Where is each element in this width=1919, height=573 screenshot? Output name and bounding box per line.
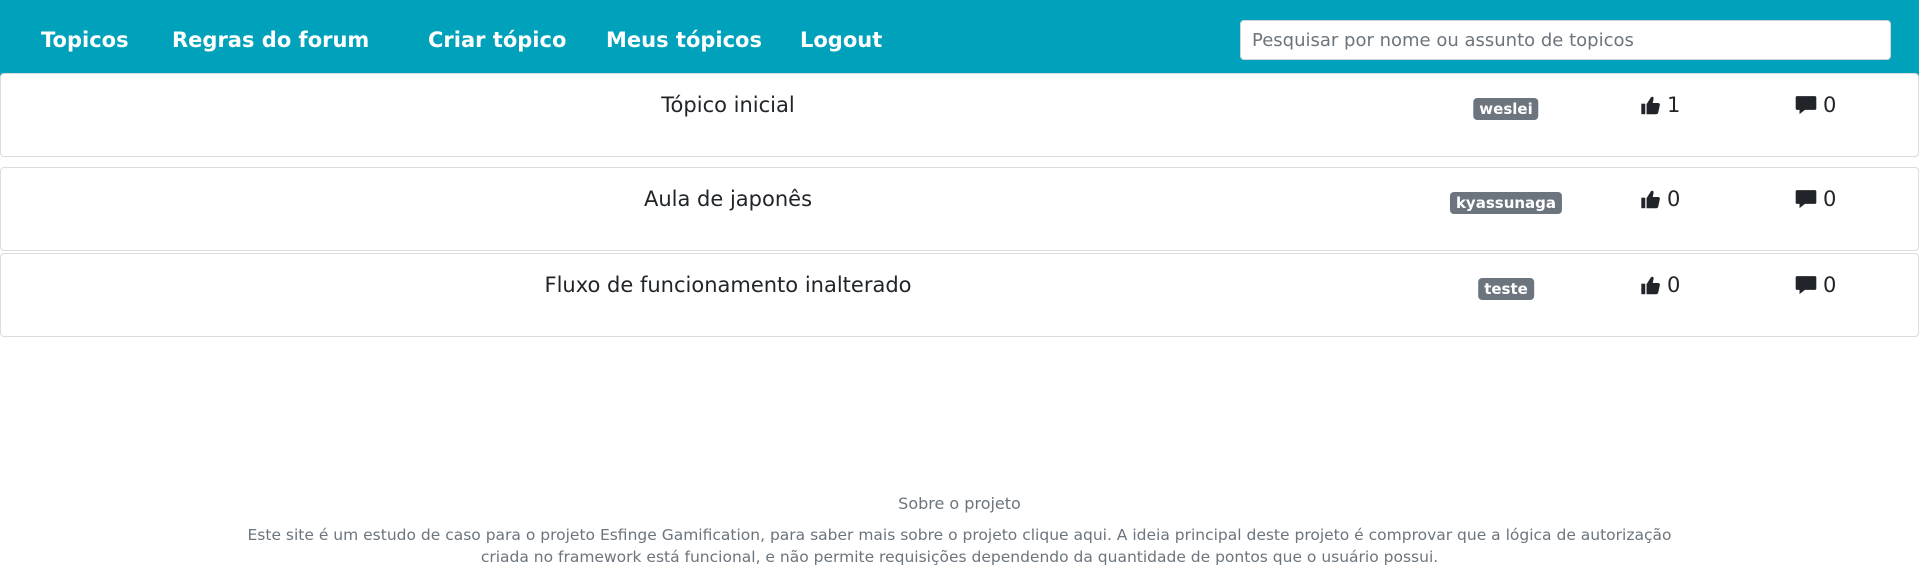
thumbs-up-icon[interactable] <box>1640 188 1661 210</box>
author-badge: weslei <box>1473 98 1539 120</box>
likes-value: 0 <box>1667 187 1681 211</box>
footer-line-2: criada no framework está funcional, e nã… <box>480 548 1439 566</box>
comments-count: 0 <box>1795 272 1836 298</box>
top-navbar: Topicos Regras do forum Criar tópico Meu… <box>0 0 1919 82</box>
comment-icon[interactable] <box>1795 274 1817 296</box>
comments-count: 0 <box>1795 186 1836 212</box>
footer-line-1: Este site é um estudo de caso para o pro… <box>247 526 1672 544</box>
topic-row[interactable]: Tópico inicial weslei 1 0 <box>0 73 1919 157</box>
footer-title: Sobre o projeto <box>898 494 1021 513</box>
comments-count: 0 <box>1795 92 1836 118</box>
likes-value: 1 <box>1667 93 1681 117</box>
topic-title[interactable]: Fluxo de funcionamento inalterado <box>1 272 1455 298</box>
topic-title[interactable]: Aula de japonês <box>1 186 1455 212</box>
likes-value: 0 <box>1667 273 1681 297</box>
topic-title[interactable]: Tópico inicial <box>1 92 1455 118</box>
nav-topicos-link[interactable]: Topicos <box>41 26 129 54</box>
search-input[interactable] <box>1240 20 1891 60</box>
comment-icon[interactable] <box>1795 188 1817 210</box>
thumbs-up-icon[interactable] <box>1640 94 1661 116</box>
comments-value: 0 <box>1823 187 1837 211</box>
author-badge: teste <box>1478 278 1534 300</box>
comments-value: 0 <box>1823 273 1837 297</box>
likes-count: 1 <box>1640 92 1680 118</box>
nav-criar-topico-link[interactable]: Criar tópico <box>428 26 566 54</box>
nav-regras-link[interactable]: Regras do forum <box>172 26 369 54</box>
likes-count: 0 <box>1640 272 1680 298</box>
footer-description: Este site é um estudo de caso para o pro… <box>200 524 1719 568</box>
author-badge: kyassunaga <box>1449 192 1563 214</box>
thumbs-up-icon[interactable] <box>1640 274 1661 296</box>
nav-logout-link[interactable]: Logout <box>800 26 882 54</box>
comment-icon[interactable] <box>1795 94 1817 116</box>
topic-row[interactable]: Aula de japonês kyassunaga 0 0 <box>0 167 1919 251</box>
likes-count: 0 <box>1640 186 1680 212</box>
topic-row[interactable]: Fluxo de funcionamento inalterado teste … <box>0 253 1919 337</box>
nav-meus-topicos-link[interactable]: Meus tópicos <box>606 26 762 54</box>
comments-value: 0 <box>1823 93 1837 117</box>
